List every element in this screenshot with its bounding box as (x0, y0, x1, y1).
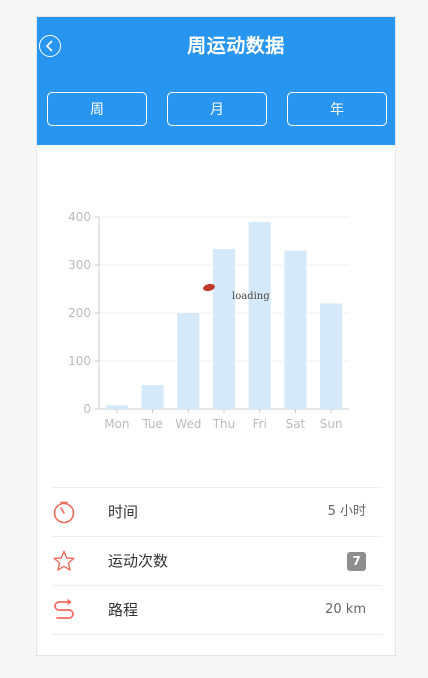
count-badge: 7 (347, 552, 366, 571)
stat-row-count[interactable]: 运动次数 7 (52, 536, 382, 585)
loading-text: loading (232, 291, 270, 302)
x-tick-label: Sun (320, 417, 343, 431)
x-tick-label: Thu (212, 417, 236, 431)
page-title: 周运动数据 (187, 35, 285, 57)
x-tick-label: Mon (104, 417, 129, 431)
x-tick-label: Wed (175, 417, 201, 431)
stat-value: 20 km (325, 602, 366, 617)
bar-sat (284, 250, 307, 409)
stats-list: 时间 5 小时 运动次数 7 路程 20 km (52, 487, 382, 635)
y-tick-label: 300 (68, 258, 91, 272)
tab-week[interactable]: 周 (47, 92, 147, 126)
stat-row-distance[interactable]: 路程 20 km (52, 585, 382, 635)
bar-tue (141, 385, 164, 409)
stat-label: 时间 (108, 503, 139, 521)
y-tick-label: 200 (68, 306, 91, 320)
stat-row-time[interactable]: 时间 5 小时 (52, 487, 382, 536)
bar-sun (320, 303, 343, 409)
x-tick-label: Fri (253, 417, 267, 431)
bar-mon (105, 405, 128, 409)
sport-card: 周运动数据 周 月 年 0 100 200 300 400 Mon Tue Wed Thu Fri… (36, 16, 396, 656)
star-icon (53, 550, 75, 571)
weekly-chart: 0 100 200 300 400 Mon Tue Wed Thu Fri Sat Sun (37, 145, 395, 465)
bar-thu (212, 249, 236, 409)
tab-year[interactable]: 年 (287, 92, 387, 126)
stat-label: 运动次数 (108, 552, 169, 570)
bar-fri (248, 221, 271, 409)
stat-label: 路程 (108, 601, 139, 619)
y-tick-label: 400 (68, 210, 91, 224)
bar-wed (177, 313, 200, 409)
stat-value: 5 小时 (327, 504, 366, 519)
y-tick-label: 0 (83, 402, 91, 416)
timer-icon (53, 501, 75, 524)
x-tick-label: Tue (141, 417, 163, 431)
route-icon (54, 599, 74, 619)
x-tick-label: Sat (286, 417, 306, 431)
tab-month[interactable]: 月 (167, 92, 267, 126)
header-bar: 周运动数据 周 月 年 (37, 17, 395, 145)
y-tick-label: 100 (68, 354, 91, 368)
bar-chart: 0 100 200 300 400 Mon Tue Wed Thu Fri Sat Sun (68, 210, 349, 431)
